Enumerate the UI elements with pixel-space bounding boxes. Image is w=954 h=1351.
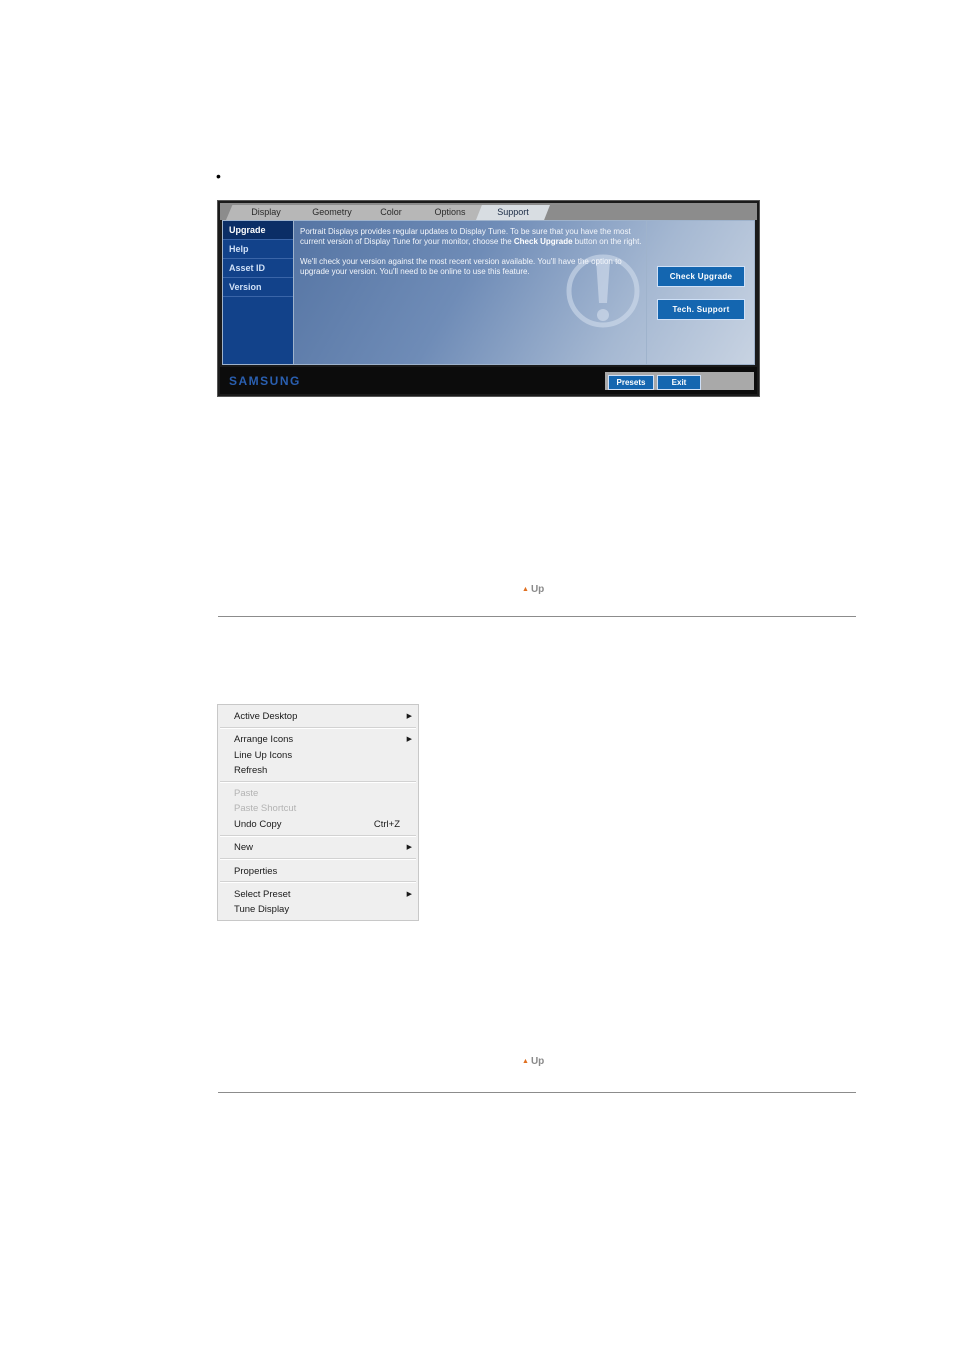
menu-separator xyxy=(220,881,416,883)
sidebar-item-asset-id[interactable]: Asset ID xyxy=(223,259,293,278)
upgrade-description: Portrait Displays provides regular updat… xyxy=(300,227,645,287)
tab-color[interactable]: Color xyxy=(358,205,424,220)
menu-separator xyxy=(220,781,416,783)
menu-item-tune-display[interactable]: Tune Display xyxy=(234,902,412,917)
menu-shortcut-text: Ctrl+Z xyxy=(373,819,400,830)
section-divider xyxy=(218,616,856,617)
tech-support-button[interactable]: Tech. Support xyxy=(657,299,745,320)
bullet-marker: • xyxy=(216,168,221,184)
menu-item-label: Select Preset xyxy=(234,889,291,900)
menu-item-arrange-icons[interactable]: Arrange Icons ▶ xyxy=(234,732,412,747)
up-link-label: Up xyxy=(530,1056,545,1067)
sidebar-item-version[interactable]: Version xyxy=(223,278,293,297)
sidebar-item-help[interactable]: Help xyxy=(223,240,293,259)
tab-bar: Display Geometry Color Options Support xyxy=(220,203,757,220)
footer-button-bar: Presets Exit xyxy=(605,372,754,390)
tab-support[interactable]: Support xyxy=(476,205,550,220)
support-actions: Check Upgrade Tech. Support xyxy=(646,221,754,364)
menu-separator xyxy=(220,858,416,860)
exit-button[interactable]: Exit xyxy=(657,375,701,390)
support-sidebar: Upgrade Help Asset ID Version xyxy=(223,221,294,364)
submenu-arrow-icon: ▶ xyxy=(406,736,412,743)
up-arrow-icon: ▲ xyxy=(522,586,529,593)
up-link[interactable]: ▲ Up xyxy=(522,1056,544,1067)
samsung-logo: SAMSUNG xyxy=(229,374,301,388)
menu-item-label: Undo Copy xyxy=(234,819,282,830)
up-link-label: Up xyxy=(530,584,545,595)
up-link[interactable]: ▲ Up xyxy=(522,584,544,595)
display-tune-window: Display Geometry Color Options Support U… xyxy=(217,200,760,397)
menu-separator xyxy=(220,727,416,729)
menu-item-active-desktop[interactable]: Active Desktop ▶ xyxy=(234,709,412,724)
upgrade-text-2: button on the right. xyxy=(572,237,642,246)
tab-display[interactable]: Display xyxy=(226,205,306,220)
menu-item-label: Arrange Icons xyxy=(234,734,294,745)
desktop-context-menu: Active Desktop ▶ Arrange Icons ▶ Line Up… xyxy=(217,704,419,921)
submenu-arrow-icon: ▶ xyxy=(406,891,412,898)
menu-item-new[interactable]: New ▶ xyxy=(234,840,412,855)
menu-item-paste-shortcut: Paste Shortcut xyxy=(234,803,297,814)
menu-item-properties[interactable]: Properties xyxy=(234,864,412,879)
check-upgrade-button[interactable]: Check Upgrade xyxy=(657,266,745,287)
menu-item-refresh[interactable]: Refresh xyxy=(234,763,412,778)
tab-options[interactable]: Options xyxy=(417,205,483,220)
menu-item-line-up-icons[interactable]: Line Up Icons xyxy=(234,748,412,763)
support-panel: Upgrade Help Asset ID Version Portrait D… xyxy=(222,220,755,365)
section-divider xyxy=(218,1092,856,1093)
submenu-arrow-icon: ▶ xyxy=(406,713,412,720)
sidebar-item-upgrade[interactable]: Upgrade xyxy=(223,221,293,240)
menu-separator xyxy=(220,835,416,837)
menu-item-select-preset[interactable]: Select Preset ▶ xyxy=(234,887,412,902)
check-upgrade-emphasis: Check Upgrade xyxy=(513,237,573,246)
menu-item-label: Active Desktop xyxy=(234,711,298,722)
tab-geometry[interactable]: Geometry xyxy=(299,205,365,220)
submenu-arrow-icon: ▶ xyxy=(406,844,412,851)
menu-item-label: New xyxy=(234,842,254,853)
tune-footer: SAMSUNG Presets Exit xyxy=(220,367,757,394)
menu-item-undo-copy[interactable]: Undo Copy Ctrl+Z xyxy=(234,817,412,832)
presets-button[interactable]: Presets xyxy=(608,375,654,390)
menu-item-paste: Paste xyxy=(234,788,259,799)
upgrade-text-3: We'll check your version against the mos… xyxy=(300,257,622,276)
up-arrow-icon: ▲ xyxy=(522,1058,529,1065)
